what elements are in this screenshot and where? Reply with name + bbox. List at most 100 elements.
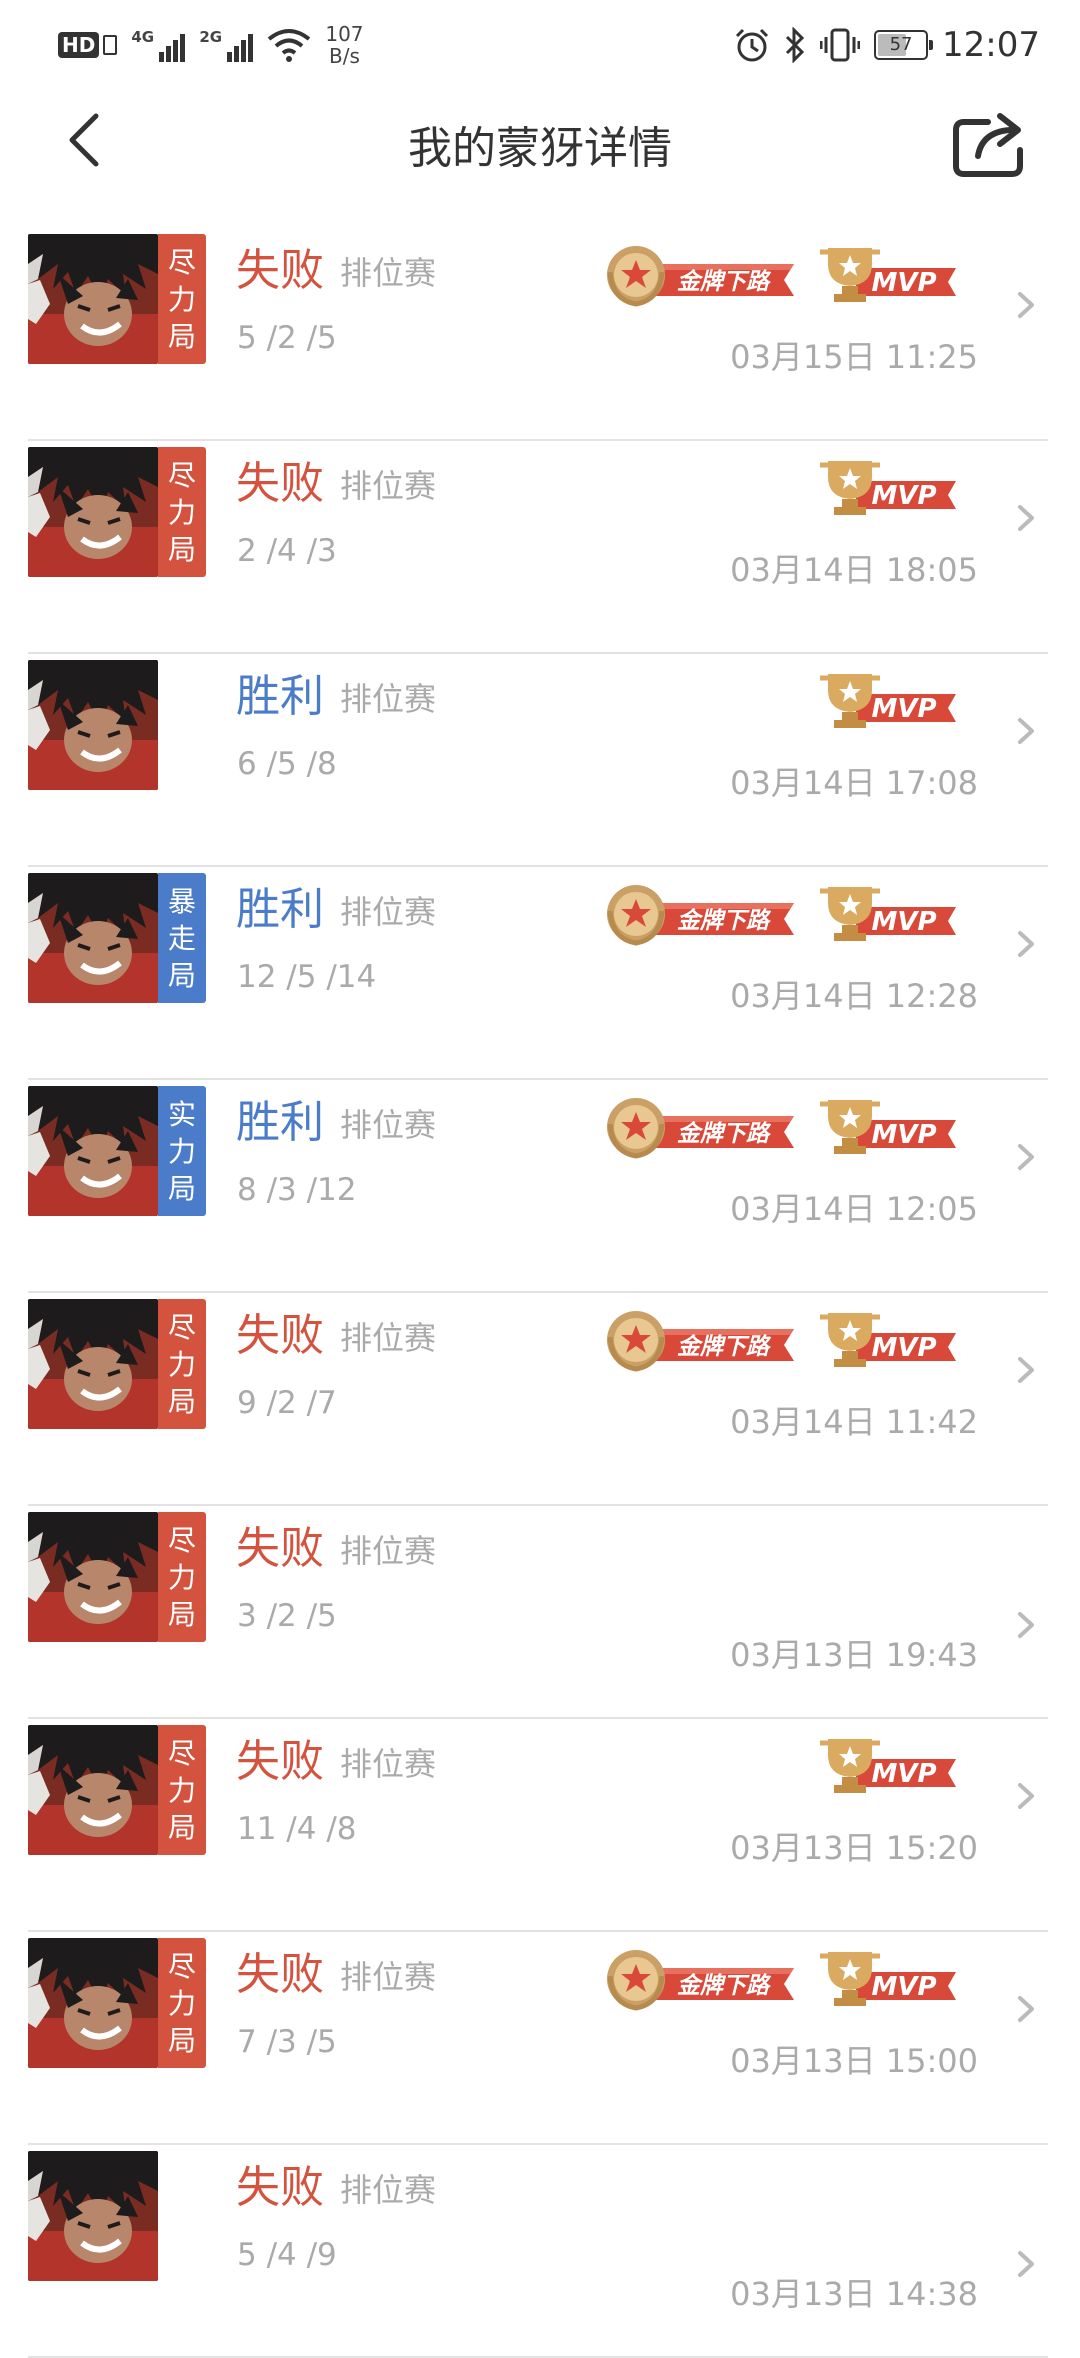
badge-group: 金牌下路 MVP: [598, 240, 958, 310]
chevron-right-icon: [1018, 1612, 1034, 1638]
chevron-right-icon: [1018, 718, 1034, 744]
badge-group: 金牌下路 MVP: [598, 1305, 958, 1375]
match-type-tag: 尽力局: [158, 234, 206, 364]
mvp-badge-label: MVP: [871, 907, 936, 937]
chevron-right-icon: [1018, 1144, 1034, 1170]
match-mode: 排位赛: [340, 467, 437, 505]
match-time: 03月14日 12:05: [730, 1190, 978, 1228]
match-result: 失败: [236, 1949, 324, 2000]
chevron-right-icon: [1018, 2251, 1034, 2277]
page-title: 我的蒙犽详情: [408, 123, 672, 174]
gold-badge-label: 金牌下路: [677, 1120, 772, 1147]
hero-avatar: [28, 1725, 158, 1855]
badge-group: 金牌下路 MVP: [598, 879, 958, 949]
hero-avatar: [28, 1086, 158, 1216]
badge-group: 金牌下路 MVP: [598, 1092, 958, 1162]
match-time: 03月13日 14:38: [730, 2275, 978, 2313]
match-mode: 排位赛: [340, 1532, 437, 1570]
status-right: 57 12:07: [734, 22, 1040, 68]
mvp-badge-label: MVP: [871, 1120, 936, 1150]
match-row[interactable]: 尽力局失败 排位赛 7 /3 /5 金牌下路 MVP 03月13日 15:00: [28, 1932, 1048, 2145]
signal-icon-sim1: 4G: [131, 28, 186, 62]
match-mode: 排位赛: [340, 254, 437, 292]
match-kda: 5 /4 /9: [237, 2237, 337, 2273]
badge-group: MVP: [816, 666, 958, 736]
match-row[interactable]: 尽力局失败 排位赛 2 /4 /3 MVP 03月14日 18:05: [28, 441, 1048, 654]
mvp-badge-label: MVP: [871, 694, 936, 724]
match-result: 失败: [236, 1310, 324, 1361]
mvp-badge-label: MVP: [871, 1972, 936, 2002]
match-type-tag: 尽力局: [158, 447, 206, 577]
match-result: 失败: [236, 1736, 324, 1787]
signal-icon-sim2: 2G: [199, 28, 254, 62]
match-mode: 排位赛: [340, 1319, 437, 1357]
gold-badge-label: 金牌下路: [677, 1333, 772, 1360]
mvp-trophy-badge-icon: MVP: [816, 1733, 958, 1799]
match-time: 03月15日 11:25: [730, 338, 978, 376]
match-result: 失败: [236, 245, 324, 296]
mvp-trophy-badge-icon: MVP: [816, 1094, 958, 1160]
hero-avatar: [28, 1299, 158, 1429]
match-row[interactable]: 实力局胜利 排位赛 8 /3 /12 金牌下路 MVP 03月14日 12:05: [28, 1080, 1048, 1293]
hero-avatar: [28, 234, 158, 364]
mvp-trophy-badge-icon: MVP: [816, 242, 958, 308]
bluetooth-icon: [785, 27, 805, 63]
match-row[interactable]: 尽力局失败 排位赛 3 /2 /5 03月13日 19:43: [28, 1506, 1048, 1719]
status-left: HD 4G 2G 107 B/s: [58, 20, 364, 70]
chevron-right-icon: [1018, 1783, 1034, 1809]
match-row[interactable]: 尽力局失败 排位赛 9 /2 /7 金牌下路 MVP 03月14日 11:42: [28, 1293, 1048, 1506]
match-result: 失败: [236, 1523, 324, 1574]
match-list: 尽力局失败 排位赛 5 /2 /5 金牌下路 MVP 03月15日 11:25 尽力局失败排…: [28, 228, 1048, 2358]
match-result: 失败: [236, 2162, 324, 2213]
hd-label: HD: [58, 32, 100, 58]
match-kda: 5 /2 /5: [237, 320, 337, 356]
match-mode: 排位赛: [340, 1106, 437, 1144]
gold-lane-badge-icon: 金牌下路: [598, 1094, 798, 1160]
mvp-trophy-badge-icon: MVP: [816, 455, 958, 521]
gold-lane-badge-icon: 金牌下路: [598, 881, 798, 947]
match-mode: 排位赛: [340, 893, 437, 931]
share-icon[interactable]: [950, 108, 1028, 180]
match-result: 胜利: [236, 1097, 324, 1148]
match-row[interactable]: 尽力局失败 排位赛 11 /4 /8 MVP 03月13日 15:20: [28, 1719, 1048, 1932]
network-speed: 107 B/s: [325, 22, 364, 68]
status-bar: HD 4G 2G 107 B/s 57 12:07: [0, 0, 1080, 90]
status-clock: 12:07: [942, 25, 1040, 65]
match-type-tag: 尽力局: [158, 1725, 206, 1855]
match-row[interactable]: 胜利 排位赛 6 /5 /8 MVP 03月14日 17:08: [28, 654, 1048, 867]
badge-group: MVP: [816, 453, 958, 523]
match-kda: 8 /3 /12: [237, 1172, 357, 1208]
chevron-right-icon: [1018, 1996, 1034, 2022]
match-type-tag: 尽力局: [158, 1299, 206, 1429]
mvp-trophy-badge-icon: MVP: [816, 881, 958, 947]
match-kda: 11 /4 /8: [237, 1811, 357, 1847]
match-result: 胜利: [236, 884, 324, 935]
match-kda: 7 /3 /5: [237, 2024, 337, 2060]
match-kda: 6 /5 /8: [237, 746, 337, 782]
match-mode: 排位赛: [340, 680, 437, 718]
chevron-right-icon: [1018, 505, 1034, 531]
match-kda: 2 /4 /3: [237, 533, 337, 569]
mvp-badge-label: MVP: [871, 268, 936, 298]
hero-avatar: [28, 447, 158, 577]
match-type-tag: 实力局: [158, 1086, 206, 1216]
battery-icon: 57: [874, 30, 934, 60]
match-time: 03月14日 12:28: [730, 977, 978, 1015]
match-time: 03月13日 19:43: [730, 1636, 978, 1674]
match-row[interactable]: 尽力局失败 排位赛 5 /2 /5 金牌下路 MVP 03月15日 11:25: [28, 228, 1048, 441]
match-time: 03月14日 18:05: [730, 551, 978, 589]
mvp-badge-label: MVP: [871, 1759, 936, 1789]
match-mode: 排位赛: [340, 1958, 437, 1996]
match-result: 失败: [236, 458, 324, 509]
hero-avatar: [28, 2151, 158, 2281]
match-row[interactable]: 失败 排位赛 5 /4 /9 03月13日 14:38: [28, 2145, 1048, 2358]
match-kda: 12 /5 /14: [237, 959, 377, 995]
match-kda: 9 /2 /7: [237, 1385, 337, 1421]
hero-avatar: [28, 660, 158, 790]
wifi-icon: [268, 29, 311, 62]
match-row[interactable]: 暴走局胜利 排位赛 12 /5 /14 金牌下路 MVP 03月14日 12:28: [28, 867, 1048, 1080]
match-time: 03月14日 11:42: [730, 1403, 978, 1441]
match-time: 03月13日 15:20: [730, 1829, 978, 1867]
badge-group: 金牌下路 MVP: [598, 1944, 958, 2014]
hd-voice-icon: HD: [58, 32, 118, 58]
